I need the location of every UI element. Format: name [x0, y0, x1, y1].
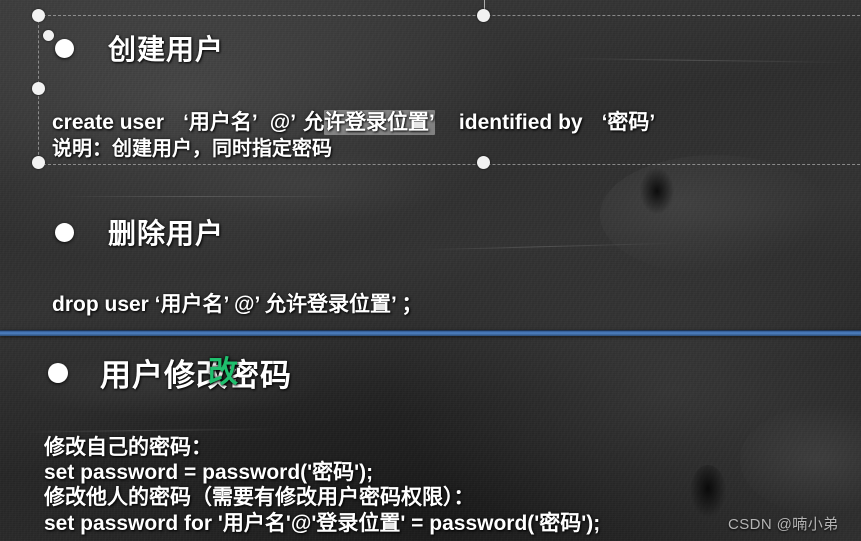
code-create-password: ‘密码’	[601, 111, 656, 134]
selection-handle-extra[interactable]	[43, 30, 54, 41]
slide-screenshot: 创建用户 create user ‘用户名’ @’ 允许登录位置’ identified…	[0, 0, 861, 541]
note-create-user: 说明：创建用户，同时指定密码	[52, 138, 332, 160]
heading-modify-password: 用户修改密码	[100, 358, 292, 393]
code-create-host-plain: 允	[303, 111, 325, 134]
code-create-at: @’	[269, 111, 297, 134]
code-create-host-selected: 许登录位置’	[324, 110, 435, 135]
bullet-dot-icon	[55, 222, 74, 242]
section-divider	[0, 330, 861, 336]
code-create-prefix: create user	[52, 111, 165, 134]
modify-line-4: set password for '用户名'@'登录位置' = password…	[44, 512, 601, 535]
bullet-dot-icon	[48, 362, 68, 383]
heading-create-user: 创建用户	[108, 34, 225, 65]
code-create-username: ‘用户名’	[183, 111, 258, 134]
selection-handle-top-center[interactable]	[477, 9, 490, 22]
code-create-identified-by: identified by	[458, 111, 583, 134]
bullet-dot-icon	[55, 38, 74, 58]
selection-handle-middle-left[interactable]	[32, 82, 45, 95]
code-drop-user-statement: drop user ‘用户名’ @’ 允许登录位置’ ；	[52, 293, 423, 316]
selection-handle-bottom-left[interactable]	[32, 156, 45, 169]
selection-handle-top-left[interactable]	[32, 9, 45, 22]
bullet-modify-password: 用户修改密码	[48, 350, 292, 395]
csdn-watermark: CSDN @喃小弟	[728, 516, 839, 533]
heading-drop-user: 删除用户	[108, 218, 225, 249]
bullet-create-user: 创建用户	[55, 28, 224, 68]
selection-handle-bottom-center[interactable]	[477, 156, 490, 169]
bullet-drop-user: 删除用户	[55, 212, 224, 252]
